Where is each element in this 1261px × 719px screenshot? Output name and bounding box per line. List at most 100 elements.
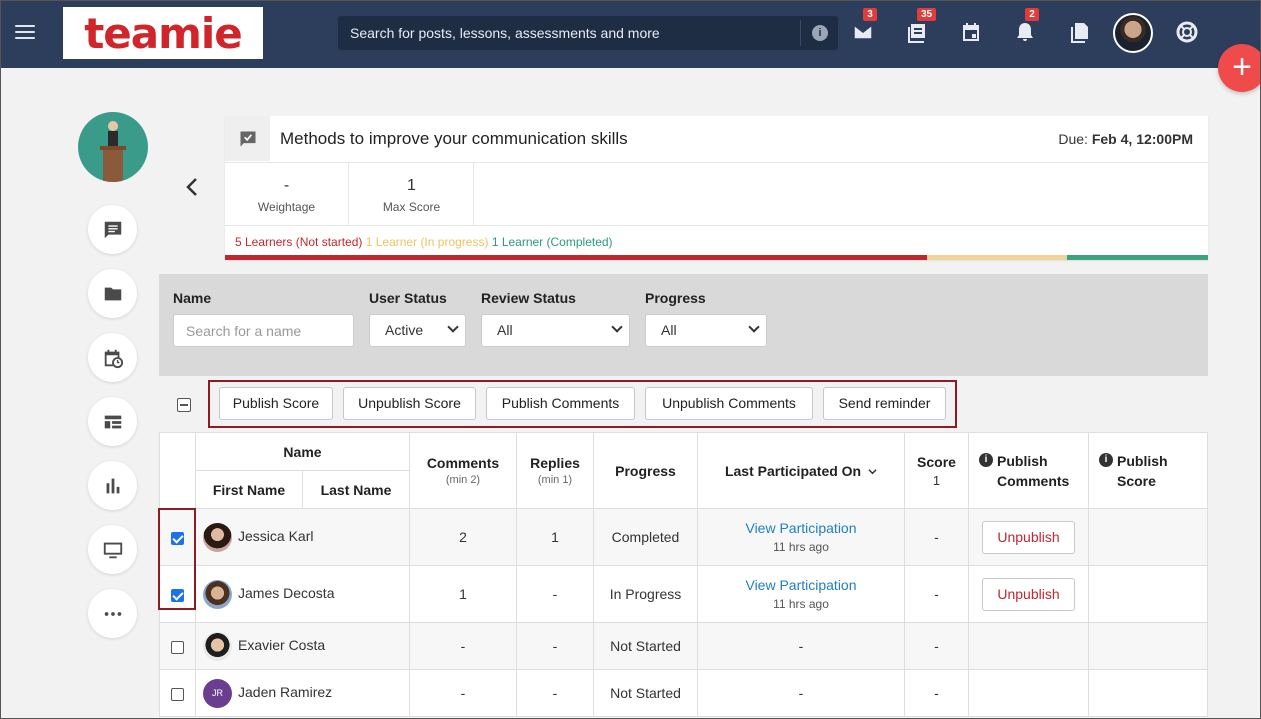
max-score-stat: 1 Max Score bbox=[350, 163, 474, 225]
publish-comments-cell bbox=[968, 622, 1089, 670]
comments-cell: - bbox=[409, 622, 517, 670]
progress-segment-not-started bbox=[225, 255, 927, 260]
help-icon[interactable] bbox=[1175, 20, 1201, 46]
view-participation-link[interactable]: View Participation bbox=[698, 520, 904, 536]
filter-panel: Name User Status Active Review Status Al… bbox=[159, 274, 1208, 376]
progress-legend: 5 Learners (Not started) 1 Learner (In p… bbox=[235, 235, 613, 249]
comments-cell: 2 bbox=[409, 508, 517, 566]
chevron-down-icon bbox=[748, 321, 760, 333]
chevron-down-icon bbox=[447, 321, 459, 333]
publish-score-cell bbox=[1088, 669, 1208, 717]
name-cell: JR Jaden Ramirez bbox=[195, 669, 410, 717]
menu-icon[interactable] bbox=[15, 25, 35, 41]
row-checkbox[interactable] bbox=[171, 588, 184, 602]
replies-cell: - bbox=[516, 669, 594, 717]
publish-comments-header-1: Publish bbox=[997, 452, 1048, 469]
info-icon[interactable]: i bbox=[979, 452, 993, 467]
avatar bbox=[203, 631, 232, 661]
comments-header-label: Comments bbox=[426, 455, 500, 471]
view-participation-link[interactable]: View Participation bbox=[698, 577, 904, 593]
review-status-label: Review Status bbox=[481, 290, 576, 306]
user-status-select[interactable]: Active bbox=[369, 314, 466, 347]
monitor-icon[interactable] bbox=[88, 525, 137, 574]
publish-score-header: i Publish Score bbox=[1088, 432, 1208, 509]
create-fab-button[interactable]: + bbox=[1218, 44, 1261, 92]
progress-cell: Not Started bbox=[593, 622, 698, 670]
replies-header-label: Replies bbox=[530, 455, 580, 471]
review-status-select[interactable]: All bbox=[481, 314, 630, 347]
back-chevron-icon[interactable] bbox=[184, 176, 200, 198]
row-checkbox[interactable] bbox=[171, 640, 184, 654]
learner-name: Jessica Karl bbox=[238, 527, 314, 544]
notifications-icon[interactable]: 2 bbox=[1013, 8, 1039, 46]
publish-score-cell bbox=[1088, 565, 1208, 623]
score-cell: - bbox=[904, 669, 969, 717]
discussion-icon[interactable] bbox=[88, 205, 137, 254]
progress-bar bbox=[225, 255, 1208, 260]
weightage-value: - bbox=[283, 177, 290, 194]
select-all-toggle[interactable] bbox=[177, 398, 191, 412]
row-checkbox[interactable] bbox=[171, 687, 184, 701]
row-checkbox-cell bbox=[159, 565, 196, 623]
folder-icon[interactable] bbox=[88, 269, 137, 318]
documents-icon[interactable] bbox=[1067, 20, 1093, 46]
publish-comments-cell: Unpublish bbox=[968, 508, 1089, 566]
progress-select[interactable]: All bbox=[645, 314, 767, 347]
publish-comments-button[interactable]: Publish Comments bbox=[486, 387, 635, 420]
publish-comments-header: i Publish Comments bbox=[968, 432, 1089, 509]
replies-cell: - bbox=[516, 622, 594, 670]
posts-badge: 35 bbox=[917, 8, 937, 21]
score-header-sub: 1 bbox=[932, 472, 941, 488]
progress-segment-in-progress bbox=[926, 255, 1068, 260]
table-row: James Decosta 1 - In Progress View Parti… bbox=[159, 565, 1208, 623]
publish-score-button[interactable]: Publish Score bbox=[219, 387, 333, 420]
calendar-icon[interactable] bbox=[959, 20, 985, 46]
unpublish-score-button[interactable]: Unpublish Score bbox=[343, 387, 476, 420]
legend-not-started: 5 Learners (Not started) bbox=[235, 235, 363, 249]
messages-icon[interactable]: 3 bbox=[851, 8, 877, 46]
more-icon[interactable] bbox=[88, 589, 137, 638]
name-cell: Exavier Costa bbox=[195, 622, 410, 670]
unpublish-button[interactable]: Unpublish bbox=[982, 577, 1075, 611]
publish-score-header-2: Score bbox=[1117, 472, 1156, 489]
logo[interactable]: teamie bbox=[63, 7, 263, 59]
publish-score-header-1: Publish bbox=[1117, 452, 1168, 469]
schedule-icon[interactable] bbox=[88, 333, 137, 382]
unpublish-comments-button[interactable]: Unpublish Comments bbox=[645, 387, 813, 420]
avatar bbox=[203, 522, 232, 552]
learners-table: Name Comments (min 2) Replies (min 1) Pr… bbox=[159, 432, 1208, 717]
search-info-icon[interactable]: i bbox=[812, 25, 828, 41]
last-participated-header[interactable]: Last Participated On bbox=[697, 432, 905, 509]
chevron-down-icon bbox=[611, 321, 623, 333]
name-filter-label: Name bbox=[173, 290, 212, 306]
score-cell: - bbox=[904, 622, 969, 670]
unpublish-button[interactable]: Unpublish bbox=[982, 520, 1075, 554]
legend-in-progress: 1 Learner (In progress) bbox=[365, 235, 489, 249]
table-row: JR Jaden Ramirez - - Not Started - - bbox=[159, 669, 1208, 717]
assessment-title: Methods to improve your communication sk… bbox=[280, 129, 628, 148]
last-participated-label: Last Participated On bbox=[724, 462, 862, 479]
search-input[interactable] bbox=[338, 16, 800, 50]
max-score-label: Max Score bbox=[382, 200, 441, 214]
comments-header: Comments (min 2) bbox=[409, 432, 517, 509]
comments-header-sub: (min 2) bbox=[445, 474, 481, 486]
row-checkbox[interactable] bbox=[171, 531, 184, 545]
weightage-label: Weightage bbox=[257, 200, 316, 214]
user-status-value: Active bbox=[385, 322, 424, 338]
posts-icon[interactable]: 35 bbox=[905, 8, 937, 46]
avatar: JR bbox=[203, 678, 232, 708]
progress-cell: Completed bbox=[593, 508, 698, 566]
analytics-icon[interactable] bbox=[88, 461, 137, 510]
publish-comments-cell bbox=[968, 669, 1089, 717]
classroom-avatar[interactable] bbox=[78, 112, 148, 182]
send-reminder-button[interactable]: Send reminder bbox=[823, 387, 946, 420]
name-cell: James Decosta bbox=[195, 565, 410, 623]
max-score-value: 1 bbox=[407, 177, 416, 194]
publish-score-cell bbox=[1088, 622, 1208, 670]
dashboard-icon[interactable] bbox=[88, 397, 137, 446]
user-avatar[interactable] bbox=[1113, 13, 1153, 53]
name-search-input[interactable] bbox=[173, 314, 354, 347]
name-header: Name bbox=[195, 432, 410, 471]
learner-name: James Decosta bbox=[238, 584, 335, 601]
info-icon[interactable]: i bbox=[1099, 452, 1113, 467]
